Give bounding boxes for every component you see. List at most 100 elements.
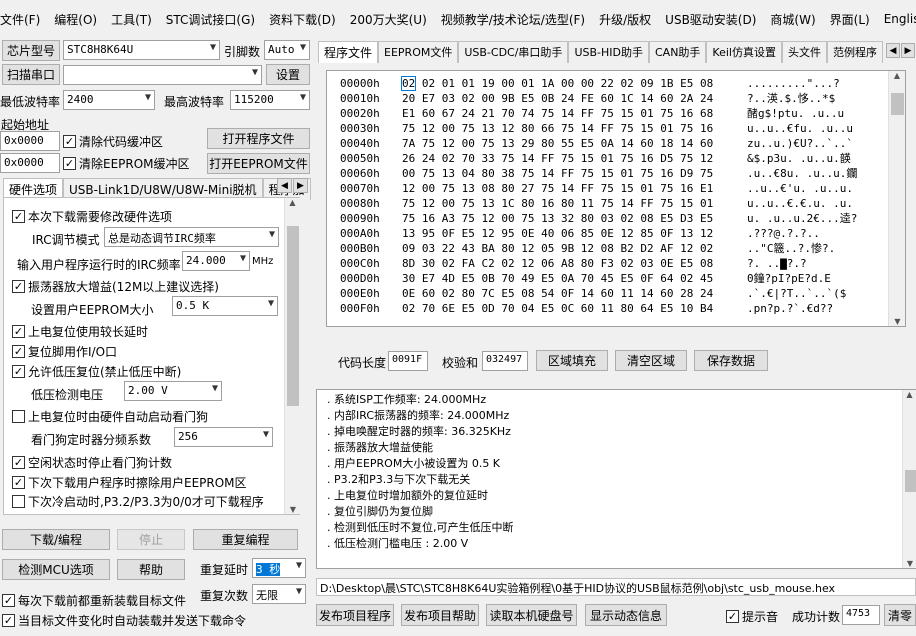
- tab-eeprom-file[interactable]: EEPROM文件: [378, 41, 459, 63]
- hex-bytes[interactable]: 00 75 13 04 80 38 75 14 FF 75 15 01 75 1…: [402, 166, 747, 181]
- log-scrollbar[interactable]: ▲ ▼: [902, 390, 916, 568]
- low-voltage-select[interactable]: 2.00 V ▼: [124, 381, 222, 401]
- min-baud-select[interactable]: 2400 ▼: [63, 90, 155, 110]
- tab-scroll-right-icon[interactable]: ▶: [293, 178, 308, 193]
- irc-mode-select[interactable]: 总是动态调节IRC频率 ▼: [104, 227, 279, 247]
- hex-bytes[interactable]: 75 16 A3 75 12 00 75 13 32 80 03 02 08 E…: [402, 211, 747, 226]
- scan-port-button[interactable]: 扫描串口: [2, 64, 60, 85]
- menu-download[interactable]: 资料下载(D): [262, 11, 343, 28]
- menu-debug[interactable]: STC调试接口(G): [159, 11, 262, 28]
- hex-bytes[interactable]: 75 12 00 75 13 1C 80 16 80 11 75 14 FF 7…: [402, 196, 747, 211]
- options-scroll-thumb[interactable]: [287, 226, 299, 406]
- hex-ascii[interactable]: ........."...?: [747, 76, 882, 91]
- auto-watchdog-checkbox[interactable]: 上电复位时由硬件自动启动看门狗: [12, 408, 208, 425]
- detect-mcu-button[interactable]: 检测MCU选项: [2, 559, 110, 580]
- tab-header[interactable]: 头文件: [781, 41, 827, 63]
- log-output[interactable]: . 系统ISP工作频率: 24.000MHz. 内部IRC振荡器的频率: 24.…: [316, 389, 916, 569]
- download-program-button[interactable]: 下载/编程: [2, 529, 110, 550]
- tab-program-file[interactable]: 程序文件: [318, 41, 379, 63]
- clear-code-buffer-checkbox[interactable]: ✓ 清除代码缓冲区: [63, 133, 163, 150]
- hex-scrollbar[interactable]: ▲ ▼: [888, 71, 905, 326]
- hex-bytes[interactable]: 8D 30 02 FA C2 02 12 06 A8 80 F3 02 03 0…: [402, 256, 747, 271]
- menu-shop[interactable]: 商城(W): [763, 11, 822, 28]
- hex-ascii[interactable]: ?. ..▇?.?: [747, 256, 882, 271]
- tab-can[interactable]: CAN助手: [648, 41, 707, 63]
- menu-file[interactable]: 文件(F): [0, 11, 47, 28]
- hex-bytes[interactable]: 02 02 01 01 19 00 01 1A 00 00 22 02 09 1…: [400, 76, 747, 91]
- scroll-down-icon[interactable]: ▼: [903, 559, 916, 568]
- menu-prize[interactable]: 200万大奖(U): [343, 11, 434, 28]
- open-program-file-button[interactable]: 打开程序文件: [207, 128, 310, 149]
- hex-bytes[interactable]: 13 95 0F E5 12 95 0E 40 06 85 0E 12 85 0…: [402, 226, 747, 241]
- irc-frequency-select[interactable]: 24.000 ▼: [182, 251, 250, 271]
- repeat-program-button[interactable]: 重复编程: [193, 529, 298, 550]
- hex-ascii[interactable]: u..u..€fu. .u..u: [747, 121, 882, 136]
- repeat-count-select[interactable]: 无限 ▼: [252, 584, 306, 604]
- hex-editor[interactable]: 00000h 02 02 01 01 19 00 01 1A 00 00 22 0…: [326, 70, 906, 327]
- hex-ascii[interactable]: u..u..€.€.u. .u.: [747, 196, 882, 211]
- tab-usb-cdc[interactable]: USB-CDC/串口助手: [458, 41, 569, 63]
- options-scrollbar[interactable]: ▲ ▼: [284, 198, 300, 514]
- eeprom-size-select[interactable]: 0.5 K ▼: [172, 296, 278, 316]
- scroll-up-icon[interactable]: ▲: [903, 390, 916, 399]
- fill-region-button[interactable]: 区域填充: [536, 350, 608, 371]
- hex-bytes[interactable]: 7A 75 12 00 75 13 29 80 55 E5 0A 14 60 1…: [402, 136, 747, 151]
- max-baud-select[interactable]: 115200 ▼: [230, 90, 310, 110]
- menu-interface[interactable]: 界面(L): [823, 11, 877, 28]
- hex-scroll-thumb[interactable]: [891, 93, 904, 115]
- hex-ascii[interactable]: 0鐘?pI?pE?d.E: [747, 271, 882, 286]
- reset-pin-io-checkbox[interactable]: ✓ 复位脚用作I/O口: [12, 343, 117, 360]
- eeprom-address-input[interactable]: 0x0000: [0, 153, 60, 173]
- main-tab-scroll-left-icon[interactable]: ◀: [886, 43, 900, 58]
- idle-stop-watchdog-checkbox[interactable]: ✓ 空闲状态时停止看门狗计数: [12, 454, 172, 471]
- log-scroll-thumb[interactable]: [905, 470, 916, 492]
- hex-ascii[interactable]: .`.€|?T..`..`($: [747, 286, 882, 301]
- long-reset-delay-checkbox[interactable]: ✓ 上电复位使用较长延时: [12, 323, 148, 340]
- stop-button[interactable]: 停止: [117, 529, 185, 550]
- publish-project-help-button[interactable]: 发布项目帮助: [401, 604, 479, 626]
- erase-eeprom-checkbox[interactable]: ✓ 下次下载用户程序时擦除用户EEPROM区: [12, 474, 247, 491]
- hex-ascii[interactable]: ?..渶.$.恀..*$: [747, 91, 882, 106]
- publish-project-program-button[interactable]: 发布项目程序: [316, 604, 394, 626]
- hex-ascii[interactable]: ..u..€'u. .u..u.: [747, 181, 882, 196]
- menu-program[interactable]: 编程(O): [47, 11, 104, 28]
- beep-checkbox[interactable]: ✓ 提示音: [726, 608, 778, 625]
- clear-count-button[interactable]: 清零: [884, 604, 916, 626]
- low-voltage-reset-checkbox[interactable]: ✓ 允许低压复位(禁止低压中断): [12, 363, 181, 380]
- save-data-button[interactable]: 保存数据: [694, 350, 768, 371]
- hex-ascii[interactable]: &$.p3u. .u..u.韺: [747, 151, 882, 166]
- pins-select[interactable]: Auto ▼: [264, 40, 310, 60]
- auto-send-on-change-checkbox[interactable]: ✓ 当目标文件变化时自动装载并发送下载命令: [2, 612, 246, 629]
- tab-examples[interactable]: 范例程序: [826, 41, 883, 63]
- scroll-up-icon[interactable]: ▲: [285, 198, 300, 207]
- menu-english[interactable]: English: [877, 12, 916, 26]
- tab-keil[interactable]: Keil仿真设置: [706, 41, 782, 63]
- repeat-delay-select[interactable]: 3 秒 ▼: [252, 558, 306, 578]
- scroll-up-icon[interactable]: ▲: [889, 71, 905, 80]
- hex-bytes[interactable]: 12 00 75 13 08 80 27 75 14 FF 75 15 01 7…: [402, 181, 747, 196]
- menu-upgrade[interactable]: 升级/版权: [592, 11, 658, 28]
- reload-before-download-checkbox[interactable]: ✓ 每次下载前都重新装载目标文件: [2, 592, 186, 609]
- chip-model-select[interactable]: STC8H8K64U ▼: [63, 40, 220, 60]
- watchdog-divider-select[interactable]: 256 ▼: [174, 427, 273, 447]
- clear-region-button[interactable]: 清空区域: [615, 350, 687, 371]
- menu-video[interactable]: 视频教学/技术论坛/选型(F): [434, 11, 592, 28]
- hex-bytes[interactable]: 26 24 02 70 33 75 14 FF 75 15 01 75 16 D…: [402, 151, 747, 166]
- hex-bytes[interactable]: 20 E7 03 02 00 9B E5 0B 24 FE 60 1C 14 6…: [402, 91, 747, 106]
- show-dynamic-info-button[interactable]: 显示动态信息: [585, 604, 667, 626]
- hex-ascii[interactable]: .???@.?.?..: [747, 226, 882, 241]
- tab-scroll-left-icon[interactable]: ◀: [277, 178, 292, 193]
- hex-bytes[interactable]: E1 60 67 24 21 70 74 75 14 FF 75 15 01 7…: [402, 106, 747, 121]
- clear-eeprom-buffer-checkbox[interactable]: ✓ 清除EEPROM缓冲区: [63, 155, 190, 172]
- settings-button[interactable]: 设置: [266, 64, 310, 85]
- cold-boot-p32-checkbox[interactable]: 下次冷启动时,P3.2/P3.3为0/0才可下载程序: [12, 493, 264, 510]
- port-select[interactable]: ▼: [63, 65, 262, 85]
- hex-ascii[interactable]: .pn?p.?`.€d??: [747, 301, 882, 316]
- hex-bytes[interactable]: 02 70 6E E5 0D 70 04 E5 0C 60 11 80 64 E…: [402, 301, 747, 316]
- hex-bytes[interactable]: 30 E7 4D E5 0B 70 49 E5 0A 70 45 E5 0F 6…: [402, 271, 747, 286]
- menu-usb-driver[interactable]: USB驱动安装(D): [658, 11, 763, 28]
- open-eeprom-file-button[interactable]: 打开EEPROM文件: [207, 153, 310, 174]
- chip-model-button[interactable]: 芯片型号: [2, 40, 60, 61]
- hex-ascii[interactable]: 醏g$!ptu. .u..u: [747, 106, 882, 121]
- help-button[interactable]: 帮助: [117, 559, 185, 580]
